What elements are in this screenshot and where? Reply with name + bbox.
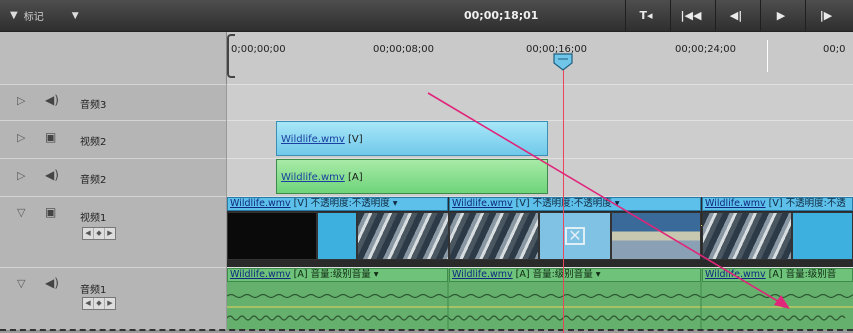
track-name: 视频2 [80,137,107,148]
track-name: 音频1 [80,285,107,296]
video-thumbnail [449,212,539,260]
track-header-spacer [0,32,227,84]
track-name: 音频2 [80,175,107,186]
playhead-line [563,70,564,333]
next-keyframe-icon[interactable]: ▶ [105,298,115,309]
step-back-button[interactable]: ◀| [715,0,756,31]
speaker-icon[interactable]: ◀) [45,93,59,107]
next-keyframe-icon[interactable]: ▶ [105,228,115,239]
audio-clip[interactable]: Wildlife.wmv [A] [276,159,548,194]
clip-filename: Wildlife.wmv [230,269,291,280]
ruler-tick: 0;00;00;00 [231,44,286,55]
clip-filename: Wildlife.wmv [705,198,766,209]
play-icon: ▶ [776,9,786,22]
audio-clip-header[interactable]: Wildlife.wmv [A] 音量:级别音 [702,268,853,282]
clip-tag: [V] 不透明度:不透明度 ▾ [290,198,398,209]
set-in-point-button[interactable]: T◂ [625,0,666,31]
track-lane-audio3[interactable] [227,84,853,121]
clip-tag: [V] 不透明度:不透明度 ▾ [512,198,620,209]
clip-filename: Wildlife.wmv [281,172,345,183]
expand-triangle-icon[interactable]: ▷ [17,169,25,182]
missing-media-icon: ✕ [565,227,585,245]
add-keyframe-icon[interactable]: ◆ [94,298,105,309]
prev-keyframe-icon[interactable]: ◀ [83,228,94,239]
track-header-video2: ▷ ▣ 视频2 [0,120,226,159]
audio-clip-header[interactable]: Wildlife.wmv [A] 音量:级别音量 ▾ [227,268,448,282]
expand-triangle-icon[interactable]: ▷ [17,131,25,144]
video-thumbnail [792,212,853,260]
ruler-tick: 00;00;08;00 [373,44,435,55]
clip-tag: [V] 不透明度:不透 [765,198,846,209]
collapse-triangle-icon[interactable]: ▽ [17,277,25,290]
transport-bar: ▼ 标记 ▼ 00;00;18;01 T◂ |◀◀ ◀| ▶ |▶ [0,0,853,32]
clip-filename: Wildlife.wmv [230,198,291,209]
audio-waveform [227,282,853,329]
speaker-icon[interactable]: ◀) [45,276,59,290]
time-ruler[interactable]: 0;00;00;00 00;00;08;00 00;00;16;00 00;00… [227,32,853,85]
clip-filename: Wildlife.wmv [705,269,766,280]
clip-tag: [A] 音量:级别音量 ▾ [512,269,601,280]
marker-triangle-icon: ▼ [10,10,18,21]
video-thumbnail [702,212,792,260]
clip-tag: [A] 音量:级别音量 ▾ [290,269,379,280]
marker-dropdown[interactable]: ▼ 标记 ▼ [10,8,79,23]
audio-clip-header[interactable]: Wildlife.wmv [A] 音量:级别音量 ▾ [449,268,701,282]
video-thumbnail [317,212,357,260]
clip-tag: [V] [344,134,363,145]
marker-label: 标记 [23,12,44,23]
track-header-audio1: ▽ ◀) 音频1 ◀ ◆ ▶ [0,267,226,331]
keyframe-nav[interactable]: ◀ ◆ ▶ [82,227,116,240]
track-name: 音频3 [80,100,107,111]
set-in-icon: T◂ [639,9,653,22]
track-name: 视频1 [80,213,107,224]
go-to-start-button[interactable]: |◀◀ [670,0,711,31]
chevron-down-icon[interactable]: ▼ [72,11,79,21]
video-thumbnail [357,212,449,260]
skip-back-icon: |◀◀ [680,9,702,22]
track-header-video1: ▽ ▣ 视频1 ◀ ◆ ▶ [0,196,226,268]
video-thumbnail: ✕ [539,212,611,260]
panel-bottom-edge [0,329,853,331]
video-clip-header[interactable]: Wildlife.wmv [V] 不透明度:不透 [702,197,853,211]
speaker-icon[interactable]: ◀) [45,168,59,182]
prev-keyframe-icon[interactable]: ◀ [83,298,94,309]
video-clip[interactable]: Wildlife.wmv [V] [276,121,548,156]
film-icon[interactable]: ▣ [45,205,56,219]
film-icon[interactable]: ▣ [45,130,56,144]
ruler-tick: 00;0 [823,44,846,55]
step-forward-icon: |▶ [819,9,833,22]
clip-tag: [A] 音量:级别音 [765,269,837,280]
track-header-audio3: ▷ ◀) 音频3 [0,84,226,121]
playhead-handle[interactable] [553,53,573,71]
collapse-triangle-icon[interactable]: ▽ [17,206,25,219]
add-keyframe-icon[interactable]: ◆ [94,228,105,239]
expand-triangle-icon[interactable]: ▷ [17,94,25,107]
video-clip-header[interactable]: Wildlife.wmv [V] 不透明度:不透明度 ▾ [449,197,701,211]
play-button[interactable]: ▶ [760,0,801,31]
clip-filename: Wildlife.wmv [281,134,345,145]
step-forward-button[interactable]: |▶ [805,0,846,31]
ruler-tick: 00;00;24;00 [675,44,737,55]
marker-line [767,40,768,72]
video-clip-header[interactable]: Wildlife.wmv [V] 不透明度:不透明度 ▾ [227,197,448,211]
clip-tag: [A] [344,172,363,183]
keyframe-nav[interactable]: ◀ ◆ ▶ [82,297,116,310]
video-thumbnail [227,212,317,260]
work-area-bracket[interactable] [227,34,235,78]
clip-filename: Wildlife.wmv [452,269,513,280]
current-timecode[interactable]: 00;00;18;01 [464,9,538,22]
video-thumbnail [611,212,701,260]
step-back-icon: ◀| [729,9,743,22]
clip-filename: Wildlife.wmv [452,198,513,209]
track-header-audio2: ▷ ◀) 音频2 [0,158,226,197]
